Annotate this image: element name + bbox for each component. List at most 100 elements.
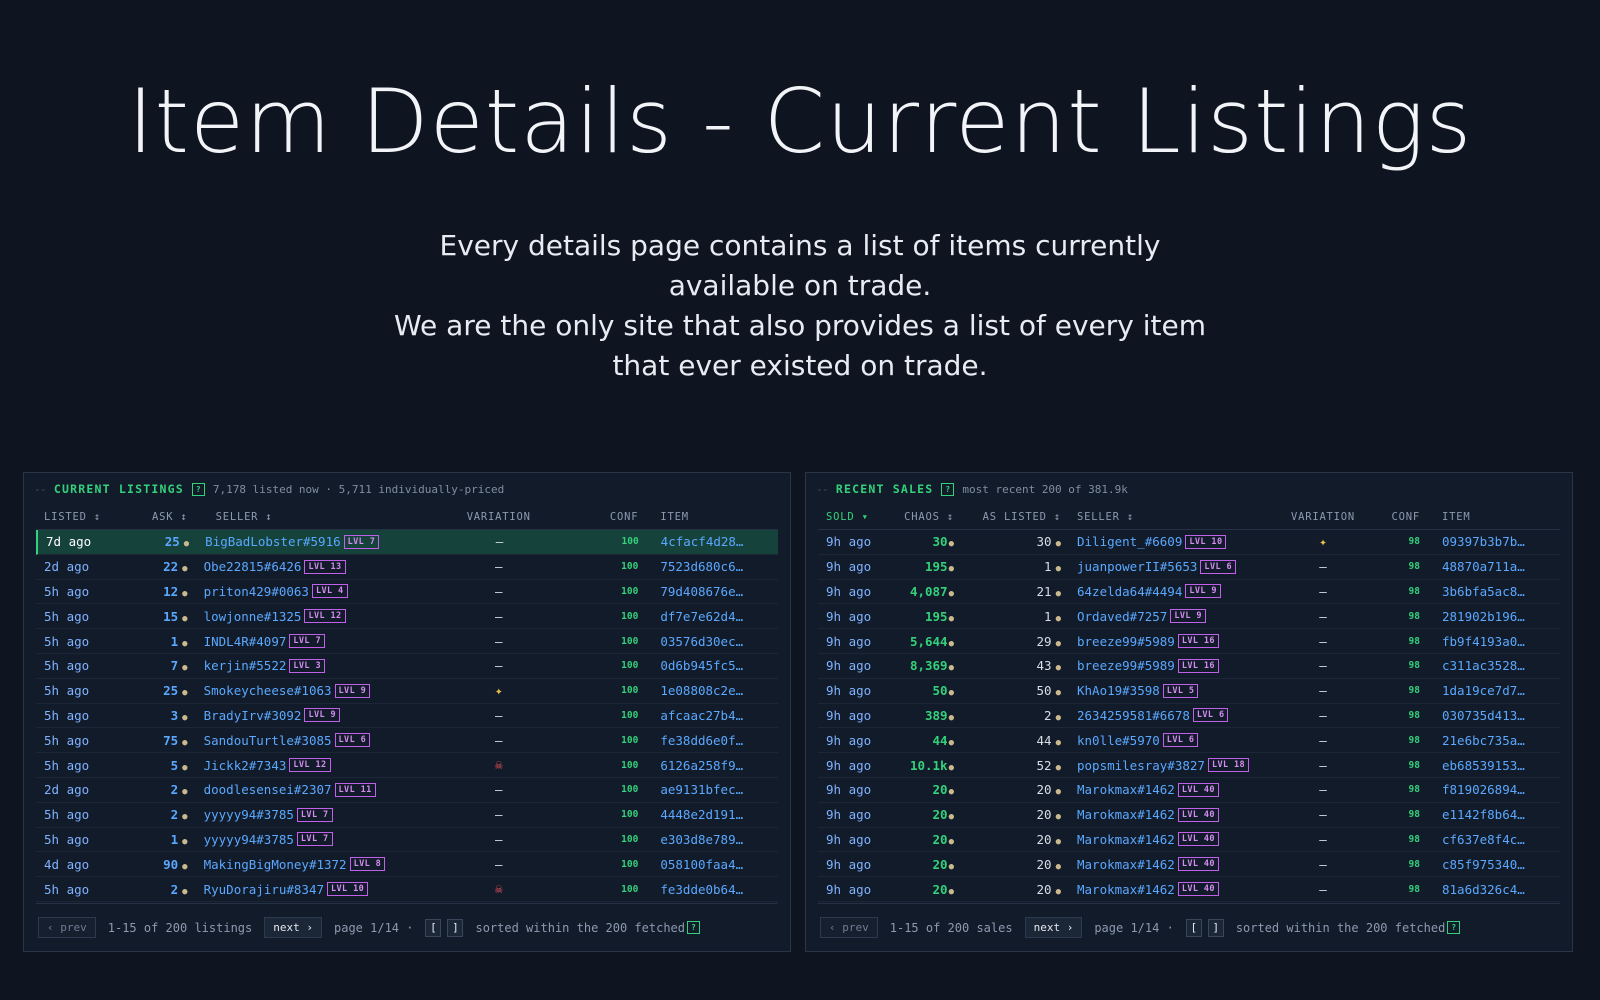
seller-link[interactable]: Marokmax#1462 <box>1077 857 1175 872</box>
prev-button[interactable]: ‹ prev <box>38 917 96 938</box>
prev-button[interactable]: ‹ prev <box>820 917 878 938</box>
table-row[interactable]: 5h ago 1 ● yyyyy94#3785 LVL 7–100 e303d8e789… <box>36 828 778 853</box>
help-icon[interactable]: ? <box>941 482 955 496</box>
table-row[interactable]: 5h ago 3 ● BradyIrv#3092 LVL 9–100 afcaac27b4… <box>36 704 778 729</box>
table-row[interactable]: 9h ago 20● 20 ● Marokmax#1462 LVL 40–98 81a6d3… <box>818 877 1560 902</box>
seller-link[interactable]: KhAo19#3598 <box>1077 683 1160 698</box>
item-id-link[interactable]: 1da19ce7d7… <box>1420 683 1560 698</box>
table-row[interactable]: 5h ago 25 ● Smokeycheese#1063 LVL 9 ✦ 100 1e088… <box>36 679 778 704</box>
seller-link[interactable]: kn0lle#5970 <box>1077 733 1160 748</box>
table-row[interactable]: 9h ago 10.1k● 52 ● popsmilesray#3827 LVL 18–9… <box>818 753 1560 778</box>
table-row[interactable]: 9h ago 30● 30 ● Diligent_#6609 LVL 10 ✦ 98 09397… <box>818 530 1560 555</box>
seller-link[interactable]: Marokmax#1462 <box>1077 832 1175 847</box>
seller-link[interactable]: Jickk2#7343 <box>204 758 287 773</box>
item-id-link[interactable]: e1142f8b64… <box>1420 807 1560 822</box>
seller-link[interactable]: SandouTurtle#3085 <box>204 733 332 748</box>
seller-link[interactable]: Ordaved#7257 <box>1077 609 1167 624</box>
table-row[interactable]: 5h ago 1 ● INDL4R#4097 LVL 7–100 03576d30ec… <box>36 629 778 654</box>
table-row[interactable]: 9h ago 4,087● 21 ● 64zelda64#4494 LVL 9–98 3b6… <box>818 580 1560 605</box>
item-id-link[interactable]: fb9f4193a0… <box>1420 634 1560 649</box>
table-row[interactable]: 2d ago 2 ● doodlesensei#2307 LVL 11–100 ae913… <box>36 778 778 803</box>
item-id-link[interactable]: ae9131bfec… <box>638 782 778 797</box>
item-id-link[interactable]: 09397b3b7b… <box>1420 534 1560 549</box>
seller-link[interactable]: priton429#0063 <box>204 584 309 599</box>
item-id-link[interactable]: 6126a258f9… <box>638 758 778 773</box>
item-id-link[interactable]: f819026894… <box>1420 782 1560 797</box>
item-id-link[interactable]: 4cfacf4d28… <box>639 534 778 549</box>
item-id-link[interactable]: 7523d680c6… <box>638 559 778 574</box>
item-id-link[interactable]: e303d8e789… <box>638 832 778 847</box>
table-row[interactable]: 9h ago 20● 20 ● Marokmax#1462 LVL 40–98 e1142f… <box>818 803 1560 828</box>
col-ask[interactable]: ASK ↕ <box>128 511 188 523</box>
item-id-link[interactable]: 281902b196… <box>1420 609 1560 624</box>
item-id-link[interactable]: eb68539153… <box>1420 758 1560 773</box>
table-row[interactable]: 9h ago 20● 20 ● Marokmax#1462 LVL 40–98 cf637e… <box>818 828 1560 853</box>
next-button[interactable]: next › <box>1024 917 1083 938</box>
seller-link[interactable]: BigBadLobster#5916 <box>205 534 340 549</box>
col-listed[interactable]: LISTED ↕ <box>36 511 128 523</box>
table-row[interactable]: 9h ago 44● 44 ● kn0lle#5970 LVL 6–98 21e6bc735… <box>818 728 1560 754</box>
item-id-link[interactable]: df7e7e62d4… <box>638 609 778 624</box>
item-id-link[interactable]: fe38dd6e0f… <box>638 733 778 748</box>
help-icon[interactable]: ? <box>1447 921 1461 934</box>
seller-link[interactable]: yyyyy94#3785 <box>204 832 294 847</box>
table-row[interactable]: 5h ago 2 ● RyuDorajiru#8347 LVL 10 ☠ 100 fe3dde… <box>36 877 778 902</box>
item-id-link[interactable]: c85f975340… <box>1420 857 1560 872</box>
item-id-link[interactable]: c311ac3528… <box>1420 658 1560 673</box>
seller-link[interactable]: 2634259581#6678 <box>1077 708 1190 723</box>
seller-link[interactable]: RyuDorajiru#8347 <box>204 882 324 897</box>
item-id-link[interactable]: 0d6b945fc5… <box>638 658 778 673</box>
table-row[interactable]: 5h ago 5 ● Jickk2#7343 LVL 12 ☠ 100 6126a258f9… <box>36 753 778 778</box>
help-icon[interactable]: ? <box>191 482 205 496</box>
table-row[interactable]: 9h ago 8,369● 43 ● breeze99#5989 LVL 16–98 c31… <box>818 654 1560 679</box>
item-id-link[interactable]: 030735d413… <box>1420 708 1560 723</box>
table-row[interactable]: 9h ago 50● 50 ● KhAo19#3598 LVL 5–98 1da19ce7d… <box>818 679 1560 704</box>
seller-link[interactable]: 64zelda64#4494 <box>1077 584 1182 599</box>
item-id-link[interactable]: 79d408676e… <box>638 584 778 599</box>
item-id-link[interactable]: 48870a711a… <box>1420 559 1560 574</box>
seller-link[interactable]: BradyIrv#3092 <box>204 708 302 723</box>
table-row[interactable]: 2d ago 22 ● Obe22815#6426 LVL 13–100 7523d680… <box>36 555 778 580</box>
seller-link[interactable]: yyyyy94#3785 <box>204 807 294 822</box>
item-id-link[interactable]: 4448e2d191… <box>638 807 778 822</box>
col-seller[interactable]: SELLER ↕ <box>188 511 459 523</box>
seller-link[interactable]: lowjonne#1325 <box>204 609 302 624</box>
table-row[interactable]: 5h ago 2 ● yyyyy94#3785 LVL 7–100 4448e2d191… <box>36 803 778 828</box>
seller-link[interactable]: INDL4R#4097 <box>204 634 287 649</box>
table-row[interactable]: 5h ago 15 ● lowjonne#1325 LVL 12–100 df7e7e62… <box>36 604 778 630</box>
seller-link[interactable]: Smokeycheese#1063 <box>204 683 332 698</box>
seller-link[interactable]: kerjin#5522 <box>204 658 287 673</box>
seller-link[interactable]: Obe22815#6426 <box>204 559 302 574</box>
seller-link[interactable]: Marokmax#1462 <box>1077 807 1175 822</box>
item-id-link[interactable]: 1e08808c2e… <box>638 683 778 698</box>
seller-link[interactable]: Marokmax#1462 <box>1077 882 1175 897</box>
seller-link[interactable]: breeze99#5989 <box>1077 634 1175 649</box>
item-id-link[interactable]: 21e6bc735a… <box>1420 733 1560 748</box>
seller-link[interactable]: breeze99#5989 <box>1077 658 1175 673</box>
table-row[interactable]: 9h ago 195● 1 ● juanpowerII#5653 LVL 6–98 4887… <box>818 555 1560 580</box>
table-row[interactable]: 5h ago 75 ● SandouTurtle#3085 LVL 6–100 fe38d… <box>36 728 778 754</box>
item-id-link[interactable]: 81a6d326c4… <box>1420 882 1560 897</box>
table-row[interactable]: 9h ago 389● 2 ● 2634259581#6678 LVL 6–98 03073… <box>818 704 1560 729</box>
table-row[interactable]: 9h ago 20● 20 ● Marokmax#1462 LVL 40–98 c85f97… <box>818 852 1560 878</box>
seller-link[interactable]: MakingBigMoney#1372 <box>204 857 347 872</box>
table-row[interactable]: 4d ago 90 ● MakingBigMoney#1372 LVL 8–100 058… <box>36 852 778 878</box>
col-as-listed[interactable]: AS LISTED ↕ <box>954 511 1061 523</box>
help-icon[interactable]: ? <box>687 921 700 934</box>
next-button[interactable]: next › <box>264 917 322 938</box>
table-row[interactable]: 9h ago 5,644● 29 ● breeze99#5989 LVL 16–98 fb9… <box>818 629 1560 654</box>
item-id-link[interactable]: 058100faa4… <box>638 857 778 872</box>
item-id-link[interactable]: cf637e8f4c… <box>1420 832 1560 847</box>
item-id-link[interactable]: fe3dde0b64… <box>638 882 778 897</box>
col-seller[interactable]: SELLER ↕ <box>1061 511 1286 523</box>
table-row[interactable]: 5h ago 7 ● kerjin#5522 LVL 3–100 0d6b945fc5… <box>36 654 778 679</box>
item-id-link[interactable]: 3b6bfa5ac8… <box>1420 584 1560 599</box>
seller-link[interactable]: juanpowerII#5653 <box>1077 559 1197 574</box>
item-id-link[interactable]: 03576d30ec… <box>638 634 778 649</box>
seller-link[interactable]: Diligent_#6609 <box>1077 534 1182 549</box>
table-row[interactable]: 9h ago 20● 20 ● Marokmax#1462 LVL 40–98 f81902… <box>818 778 1560 803</box>
seller-link[interactable]: doodlesensei#2307 <box>204 782 332 797</box>
col-chaos[interactable]: CHAOS ↕ <box>892 511 954 523</box>
item-id-link[interactable]: afcaac27b4… <box>638 708 778 723</box>
table-row[interactable]: 7d ago 25 ● BigBadLobster#5916 LVL 7–100 4cfa… <box>36 530 778 555</box>
